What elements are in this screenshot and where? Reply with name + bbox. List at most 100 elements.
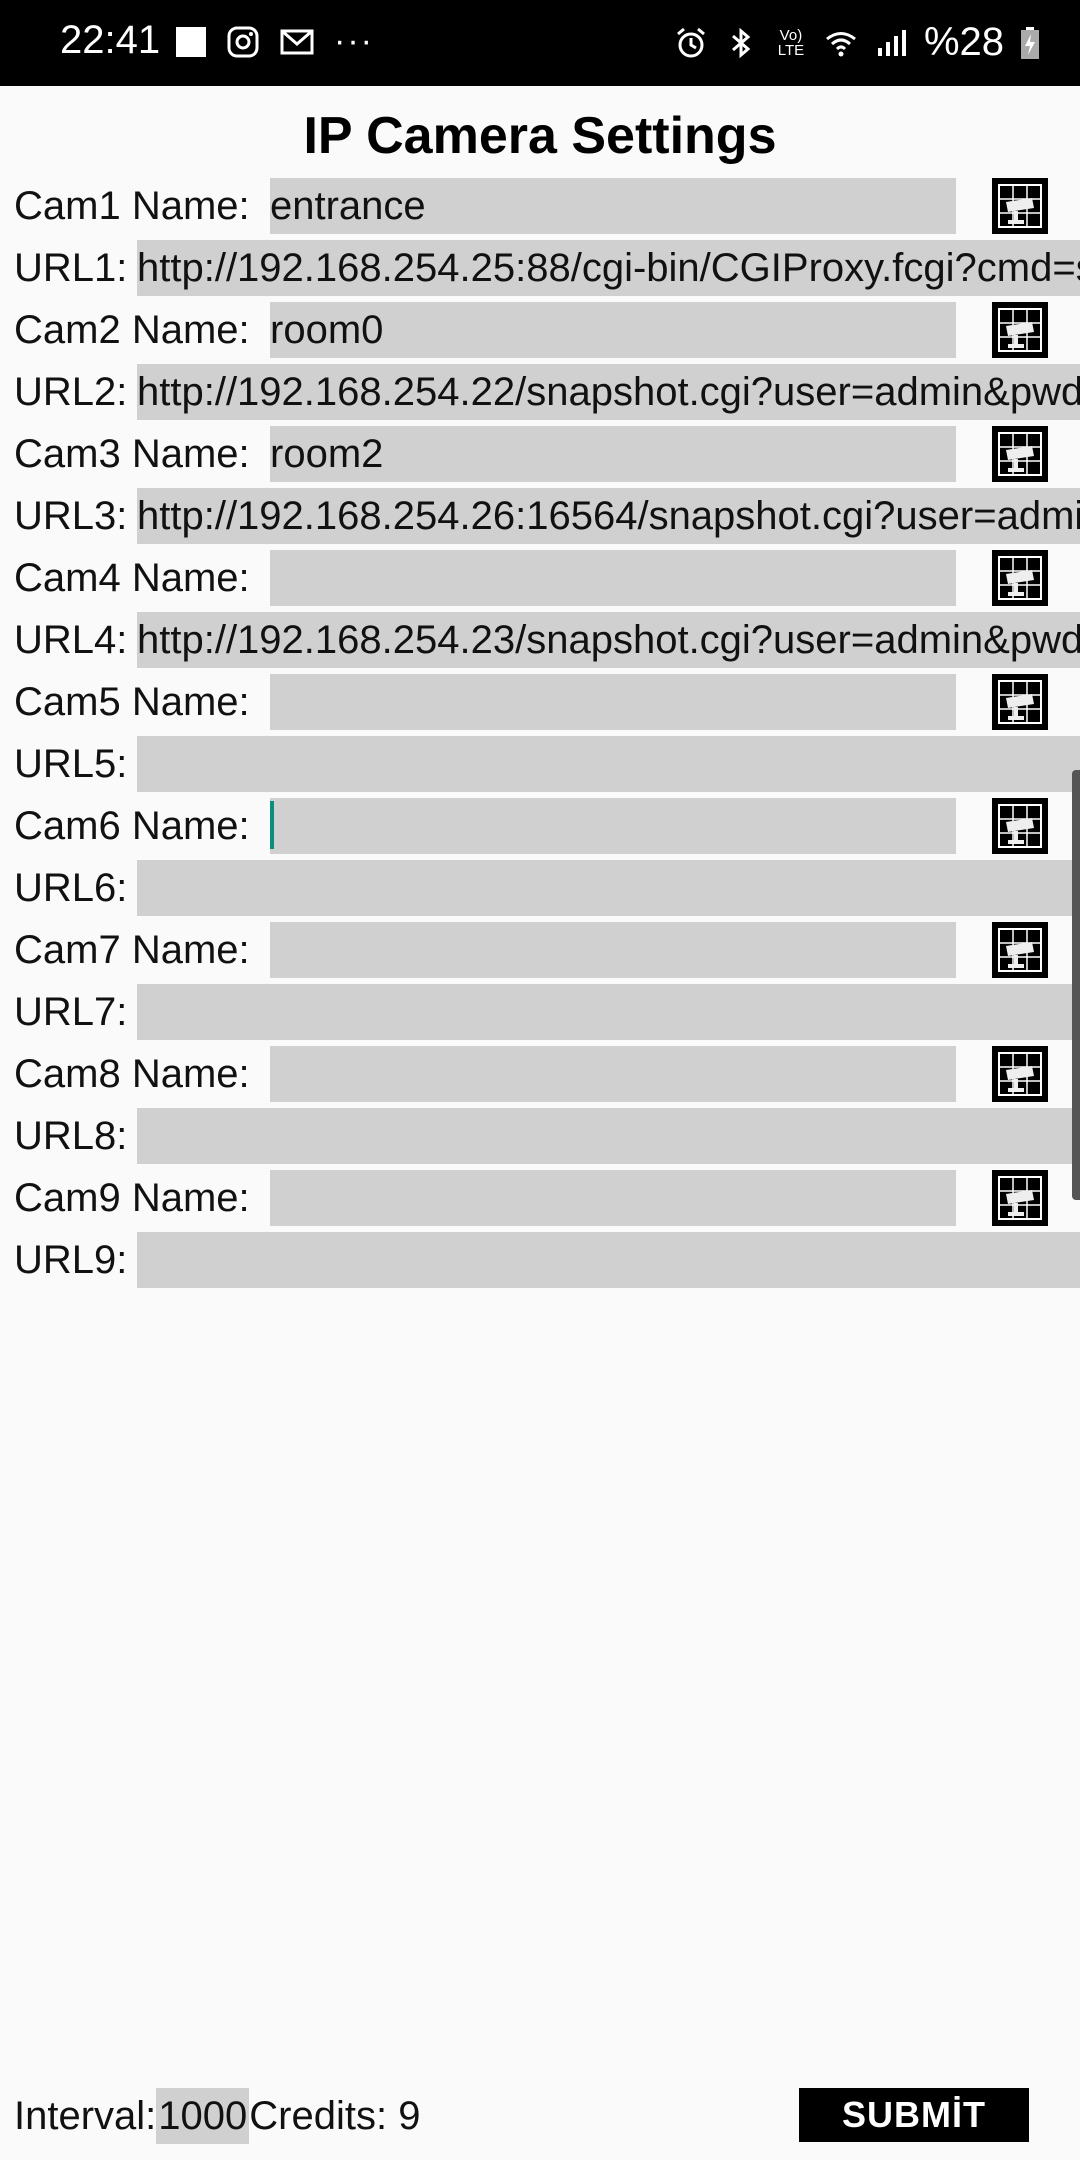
camera-preview-button[interactable] bbox=[992, 798, 1048, 854]
credits-label: Credits: 9 bbox=[249, 2093, 421, 2138]
cam-url-row: URL1: http://192.168.254.25:88/cgi-bin/CG… bbox=[14, 237, 1080, 299]
page-title: IP Camera Settings bbox=[303, 107, 777, 165]
cam-url-row: URL9: bbox=[14, 1229, 1080, 1291]
cam-url-label: URL8: bbox=[14, 1113, 128, 1158]
cam-name-label: Cam5 Name: bbox=[14, 679, 250, 724]
edge-panel-handle[interactable] bbox=[1072, 770, 1080, 1200]
cam-url-label: URL2: bbox=[14, 369, 128, 414]
interval-label: Interval: bbox=[14, 2093, 157, 2138]
cam-name-input[interactable]: room2 bbox=[270, 426, 956, 482]
camera-grid-icon bbox=[998, 804, 1042, 848]
volte-icon: Vo) LTE bbox=[777, 26, 805, 59]
cam-name-value: room2 bbox=[270, 432, 384, 476]
cam-url-input[interactable] bbox=[137, 736, 1080, 792]
cam-name-label: Cam2 Name: bbox=[14, 307, 250, 352]
cam-url-input[interactable] bbox=[137, 1108, 1080, 1164]
cam-url-input[interactable]: http://192.168.254.25:88/cgi-bin/CGIProx… bbox=[137, 240, 1080, 296]
submit-button[interactable]: SUBMİT bbox=[799, 2088, 1029, 2142]
cam-url-label: URL9: bbox=[14, 1237, 128, 1282]
cam-name-row: Cam2 Name: room0 bbox=[14, 299, 1074, 361]
text-cursor bbox=[270, 801, 274, 850]
cam-name-input[interactable] bbox=[270, 550, 956, 606]
cam-name-input[interactable] bbox=[270, 674, 956, 730]
camera-preview-button[interactable] bbox=[992, 1170, 1048, 1226]
cam-url-input[interactable] bbox=[137, 1232, 1080, 1288]
cam-url-label: URL5: bbox=[14, 741, 128, 786]
interval-input[interactable]: 1000 bbox=[156, 2088, 250, 2144]
cam-url-value: http://192.168.254.26:16564/snapshot.cgi… bbox=[137, 494, 1080, 538]
status-time: 22:41 bbox=[60, 18, 161, 62]
cam-name-input[interactable] bbox=[270, 922, 956, 978]
camera-grid-icon bbox=[998, 432, 1042, 476]
camera-grid-icon bbox=[998, 184, 1042, 228]
camera-preview-button[interactable] bbox=[992, 1046, 1048, 1102]
cam-url-input[interactable] bbox=[137, 984, 1080, 1040]
cam-url-row: URL5: bbox=[14, 733, 1080, 795]
cam-url-row: URL2: http://192.168.254.22/snapshot.cgi?… bbox=[14, 361, 1080, 423]
cam-name-label: Cam6 Name: bbox=[14, 803, 250, 848]
camera-grid-icon bbox=[998, 680, 1042, 724]
cam-name-row: Cam6 Name: bbox=[14, 795, 1074, 857]
battery-percent: %28 bbox=[923, 20, 1004, 64]
instagram-icon bbox=[227, 26, 259, 57]
cam-url-value: http://192.168.254.23/snapshot.cgi?user=… bbox=[137, 618, 1080, 662]
camera-preview-button[interactable] bbox=[992, 426, 1048, 482]
cam-name-label: Cam7 Name: bbox=[14, 927, 250, 972]
cam-name-label: Cam8 Name: bbox=[14, 1051, 250, 1096]
cam-name-row: Cam7 Name: bbox=[14, 919, 1074, 981]
battery-charging-icon bbox=[1021, 26, 1039, 59]
camera-grid-icon bbox=[998, 1176, 1042, 1220]
status-bar: 22:41 ··· Vo) LTE %28 bbox=[0, 0, 1080, 86]
cam-name-input[interactable] bbox=[270, 798, 956, 854]
camera-grid-icon bbox=[998, 1052, 1042, 1096]
signal-icon bbox=[877, 29, 906, 56]
cam-name-row: Cam4 Name: bbox=[14, 547, 1074, 609]
cam-name-row: Cam1 Name: entrance bbox=[14, 175, 1074, 237]
cam-url-input[interactable]: http://192.168.254.26:16564/snapshot.cgi… bbox=[137, 488, 1080, 544]
cam-url-label: URL7: bbox=[14, 989, 128, 1034]
bluetooth-icon bbox=[731, 27, 751, 58]
cam-name-input[interactable] bbox=[270, 1046, 956, 1102]
cam-url-row: URL3: http://192.168.254.26:16564/snapsho… bbox=[14, 485, 1080, 547]
alarm-icon bbox=[676, 27, 705, 57]
cam-name-label: Cam3 Name: bbox=[14, 431, 250, 476]
cam-name-row: Cam9 Name: bbox=[14, 1167, 1074, 1229]
cam-url-value: http://192.168.254.25:88/cgi-bin/CGIProx… bbox=[137, 246, 1080, 290]
cam-name-row: Cam8 Name: bbox=[14, 1043, 1074, 1105]
cam-url-input[interactable]: http://192.168.254.23/snapshot.cgi?user=… bbox=[137, 612, 1080, 668]
wifi-icon bbox=[826, 31, 856, 56]
camera-preview-button[interactable] bbox=[992, 922, 1048, 978]
cam-name-row: Cam3 Name: room2 bbox=[14, 423, 1074, 485]
footer: Interval: 1000 Credits: 9 bbox=[14, 2086, 420, 2146]
cam-url-label: URL1: bbox=[14, 245, 128, 290]
cam-name-input[interactable]: entrance bbox=[270, 178, 956, 234]
cam-name-label: Cam1 Name: bbox=[14, 183, 250, 228]
cam-url-row: URL6: bbox=[14, 857, 1080, 919]
cam-name-input[interactable] bbox=[270, 1170, 956, 1226]
camera-grid-icon bbox=[998, 556, 1042, 600]
cam-name-value: room0 bbox=[270, 308, 384, 352]
notification-square-icon bbox=[176, 26, 206, 57]
cam-name-input[interactable]: room0 bbox=[270, 302, 956, 358]
camera-preview-button[interactable] bbox=[992, 178, 1048, 234]
camera-preview-button[interactable] bbox=[992, 550, 1048, 606]
camera-grid-icon bbox=[998, 308, 1042, 352]
cam-url-label: URL3: bbox=[14, 493, 128, 538]
cam-name-row: Cam5 Name: bbox=[14, 671, 1074, 733]
gmail-icon bbox=[280, 29, 314, 54]
camera-grid-icon bbox=[998, 928, 1042, 972]
cam-url-label: URL6: bbox=[14, 865, 128, 910]
cam-url-value: http://192.168.254.22/snapshot.cgi?user=… bbox=[137, 370, 1080, 414]
cam-url-input[interactable] bbox=[137, 860, 1080, 916]
camera-preview-button[interactable] bbox=[992, 302, 1048, 358]
more-dots-icon: ··· bbox=[334, 22, 374, 60]
cam-url-row: URL4: http://192.168.254.23/snapshot.cgi?… bbox=[14, 609, 1080, 671]
cam-url-row: URL7: bbox=[14, 981, 1080, 1043]
camera-preview-button[interactable] bbox=[992, 674, 1048, 730]
cam-url-row: URL8: bbox=[14, 1105, 1080, 1167]
cam-url-label: URL4: bbox=[14, 617, 128, 662]
cam-name-label: Cam4 Name: bbox=[14, 555, 250, 600]
cam-name-label: Cam9 Name: bbox=[14, 1175, 250, 1220]
cam-url-input[interactable]: http://192.168.254.22/snapshot.cgi?user=… bbox=[137, 364, 1080, 420]
cam-name-value: entrance bbox=[270, 184, 426, 228]
